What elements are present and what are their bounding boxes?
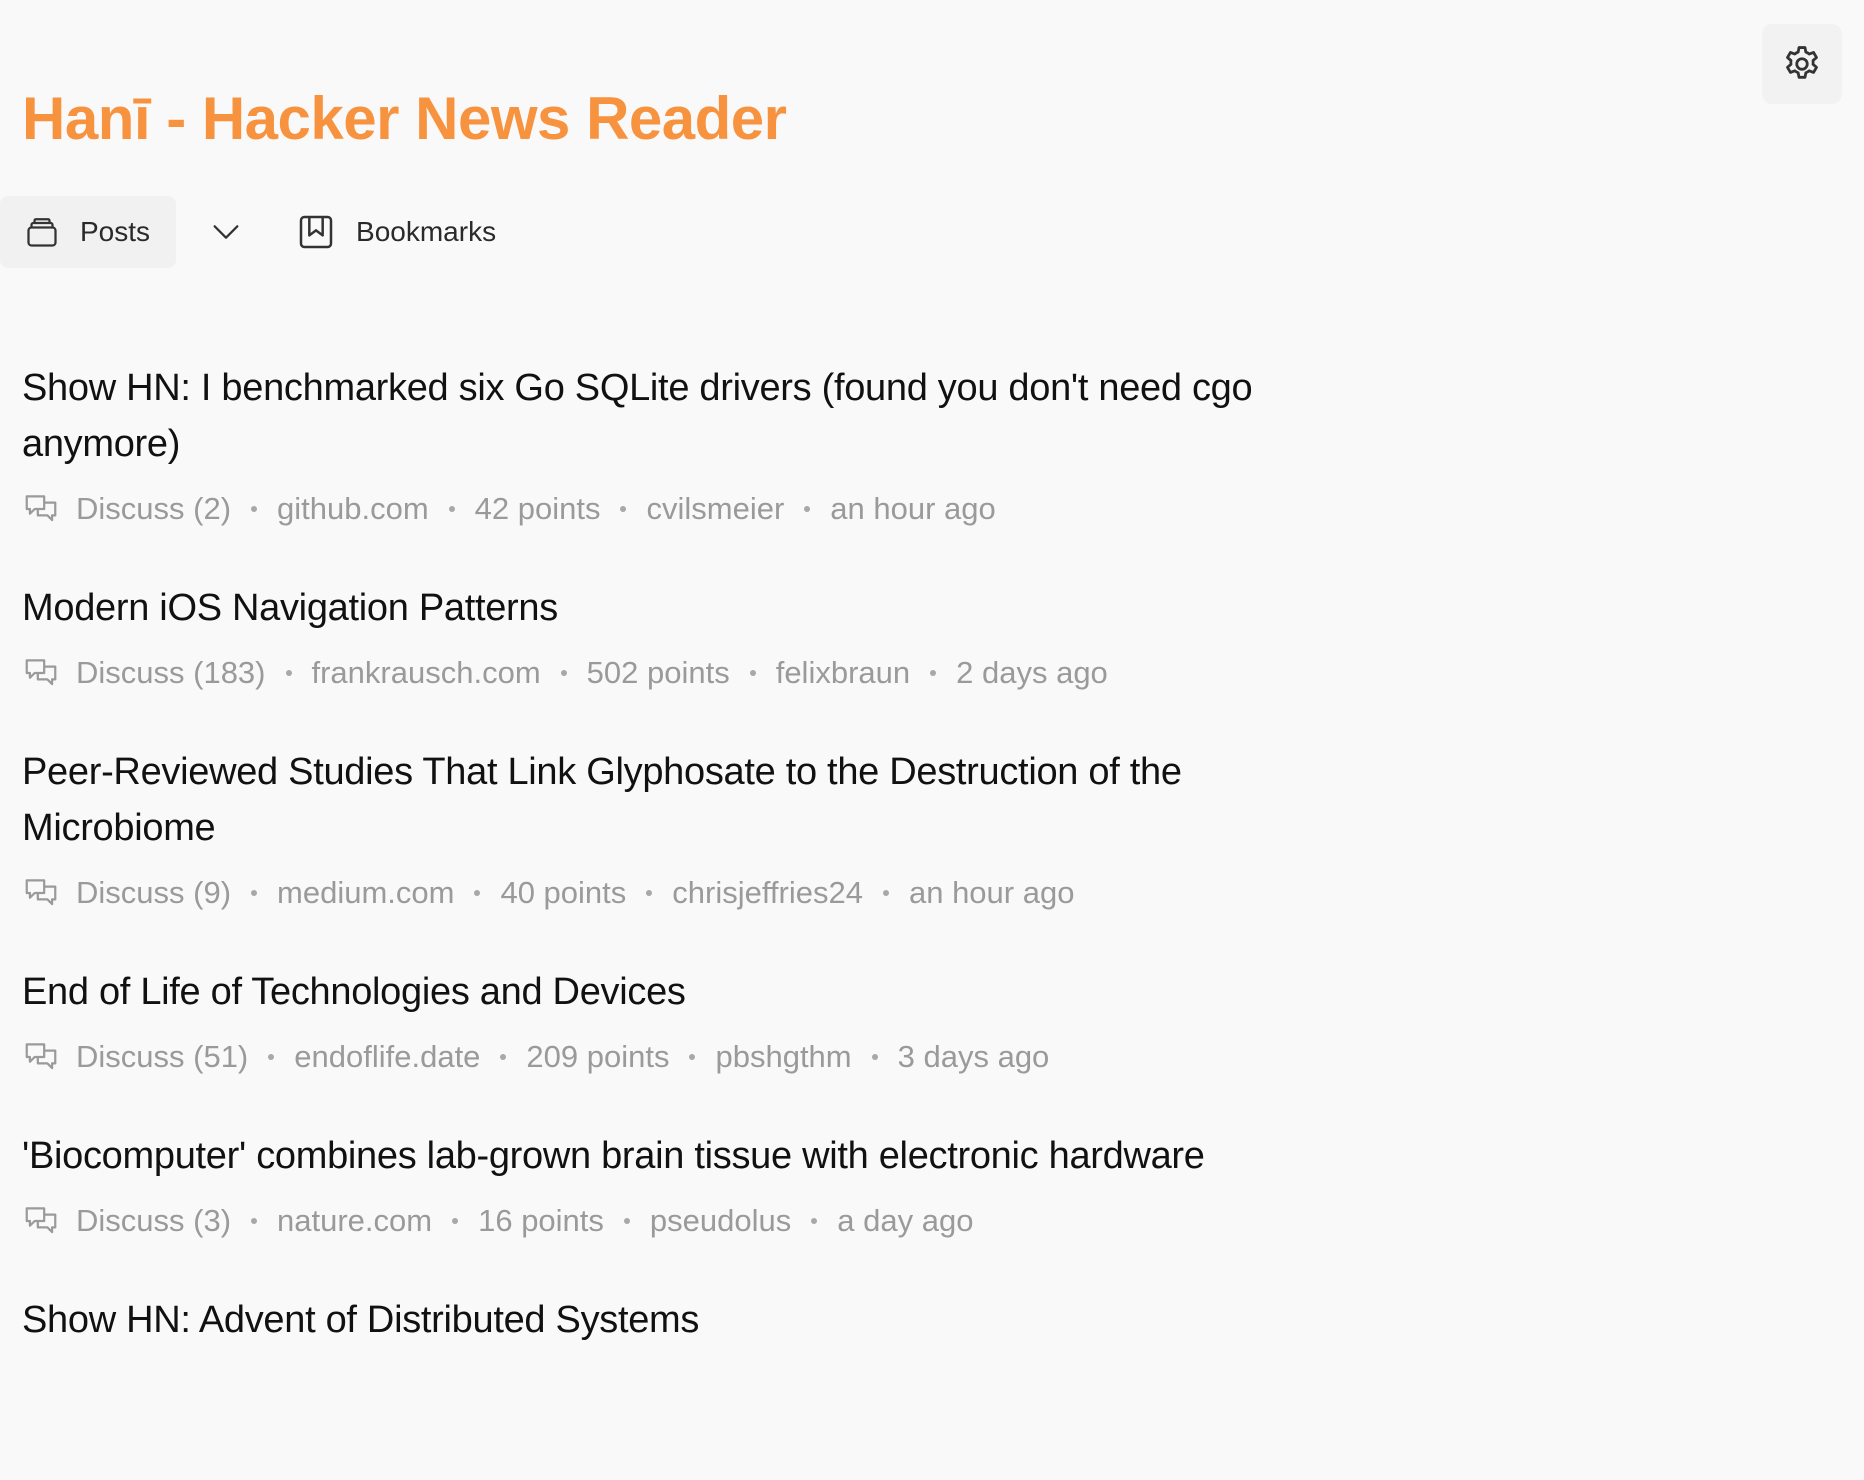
gear-icon xyxy=(1786,46,1818,79)
post-domain[interactable]: endoflife.date xyxy=(294,1039,480,1075)
separator-dot xyxy=(882,890,889,896)
discuss-label: Discuss (2) xyxy=(76,491,232,526)
separator-dot xyxy=(500,1054,507,1060)
post-time: 2 days ago xyxy=(956,655,1108,690)
post-list: Show HN: I benchmarked six Go SQLite dri… xyxy=(22,360,1382,1400)
post-domain[interactable]: nature.com xyxy=(277,1203,432,1239)
separator-dot xyxy=(620,506,627,512)
post-author[interactable]: pbshgthm xyxy=(715,1039,851,1075)
post-points: 16 points xyxy=(478,1203,604,1238)
discuss-label: Discuss (51) xyxy=(76,1039,249,1074)
post-points: 40 points xyxy=(500,875,627,910)
post-author[interactable]: cvilsmeier xyxy=(646,491,784,527)
post-title-link[interactable]: End of Life of Technologies and Devices xyxy=(22,964,1382,1020)
post-item: Show HN: I benchmarked six Go SQLite dri… xyxy=(22,360,1382,528)
tab-bookmarks-label: Bookmarks xyxy=(356,216,497,247)
tab-posts[interactable]: Posts xyxy=(0,196,177,268)
tab-posts-label: Posts xyxy=(80,216,151,247)
post-time: an hour ago xyxy=(908,875,1075,910)
post-domain[interactable]: medium.com xyxy=(277,875,454,911)
post-author[interactable]: pseudolus xyxy=(650,1203,791,1239)
separator-dot xyxy=(560,670,567,676)
post-title-link[interactable]: 'Biocomputer' combines lab-grown brain t… xyxy=(22,1128,1382,1184)
chat-bubbles-icon xyxy=(25,495,57,522)
stack-icon xyxy=(27,218,57,247)
separator-dot xyxy=(930,670,937,676)
post-points: 502 points xyxy=(586,655,730,690)
nav-bar: Posts Bookmarks xyxy=(0,196,508,268)
post-item: End of Life of Technologies and Devices … xyxy=(22,964,1382,1076)
discuss-label: Discuss (183) xyxy=(76,655,266,690)
chat-bubbles-icon xyxy=(25,1043,57,1070)
discuss-label: Discuss (9) xyxy=(76,875,232,910)
discuss-link[interactable]: Discuss (51) xyxy=(22,1038,248,1076)
post-time: an hour ago xyxy=(830,491,996,526)
discuss-link[interactable]: Discuss (183) xyxy=(22,654,266,692)
post-title-link[interactable]: Show HN: I benchmarked six Go SQLite dri… xyxy=(22,360,1382,472)
post-meta: Discuss (3) nature.com 16 points pseudol… xyxy=(22,1202,1382,1240)
discuss-link[interactable]: Discuss (3) xyxy=(22,1202,231,1240)
post-author[interactable]: chrisjeffries24 xyxy=(672,875,863,911)
separator-dot xyxy=(804,506,811,512)
separator-dot xyxy=(646,890,653,896)
bookmark-icon xyxy=(299,215,333,249)
post-item: 'Biocomputer' combines lab-grown brain t… xyxy=(22,1128,1382,1240)
separator-dot xyxy=(251,1218,258,1224)
post-item: Peer-Reviewed Studies That Link Glyphosa… xyxy=(22,744,1382,912)
tab-bookmarks[interactable]: Bookmarks xyxy=(284,196,508,268)
separator-dot xyxy=(251,506,258,512)
discuss-link[interactable]: Discuss (9) xyxy=(22,874,231,912)
post-domain[interactable]: frankrausch.com xyxy=(312,655,541,691)
separator-dot xyxy=(749,670,756,676)
post-time: 3 days ago xyxy=(897,1039,1050,1074)
settings-button[interactable] xyxy=(1762,24,1842,104)
separator-dot xyxy=(871,1054,878,1060)
app-title: Hanī - Hacker News Reader xyxy=(22,85,787,152)
separator-dot xyxy=(689,1054,696,1060)
post-title-link[interactable]: Modern iOS Navigation Patterns xyxy=(22,580,1382,636)
post-points: 209 points xyxy=(526,1039,670,1074)
post-meta: Discuss (51) endoflife.date 209 points p… xyxy=(22,1038,1382,1076)
post-meta: Discuss (9) medium.com 40 points chrisje… xyxy=(22,874,1382,912)
discuss-label: Discuss (3) xyxy=(76,1203,232,1238)
separator-dot xyxy=(285,670,292,676)
post-meta: Discuss (2) github.com 42 points cvilsme… xyxy=(22,490,1382,528)
separator-dot xyxy=(452,1218,459,1224)
post-title-link[interactable]: Peer-Reviewed Studies That Link Glyphosa… xyxy=(22,744,1382,856)
post-title-link[interactable]: Show HN: Advent of Distributed Systems xyxy=(22,1292,1382,1348)
discuss-link[interactable]: Discuss (2) xyxy=(22,490,231,528)
chevron-down-icon xyxy=(213,225,239,239)
separator-dot xyxy=(623,1218,630,1224)
post-time: a day ago xyxy=(837,1203,974,1238)
post-domain[interactable]: github.com xyxy=(277,491,429,527)
separator-dot xyxy=(811,1218,818,1224)
chat-bubbles-icon xyxy=(25,659,57,686)
chat-bubbles-icon xyxy=(25,1207,57,1234)
separator-dot xyxy=(448,506,455,512)
post-points: 42 points xyxy=(474,491,601,526)
post-item: Show HN: Advent of Distributed Systems xyxy=(22,1292,1382,1348)
separator-dot xyxy=(268,1054,275,1060)
post-author[interactable]: felixbraun xyxy=(776,655,910,691)
post-item: Modern iOS Navigation Patterns Discuss (… xyxy=(22,580,1382,692)
posts-dropdown-button[interactable] xyxy=(190,196,262,268)
separator-dot xyxy=(474,890,481,896)
chat-bubbles-icon xyxy=(25,879,57,906)
app-root: Hanī - Hacker News Reader Posts Bookmark… xyxy=(0,0,1864,1480)
separator-dot xyxy=(251,890,258,896)
post-meta: Discuss (183) frankrausch.com 502 points… xyxy=(22,654,1382,692)
